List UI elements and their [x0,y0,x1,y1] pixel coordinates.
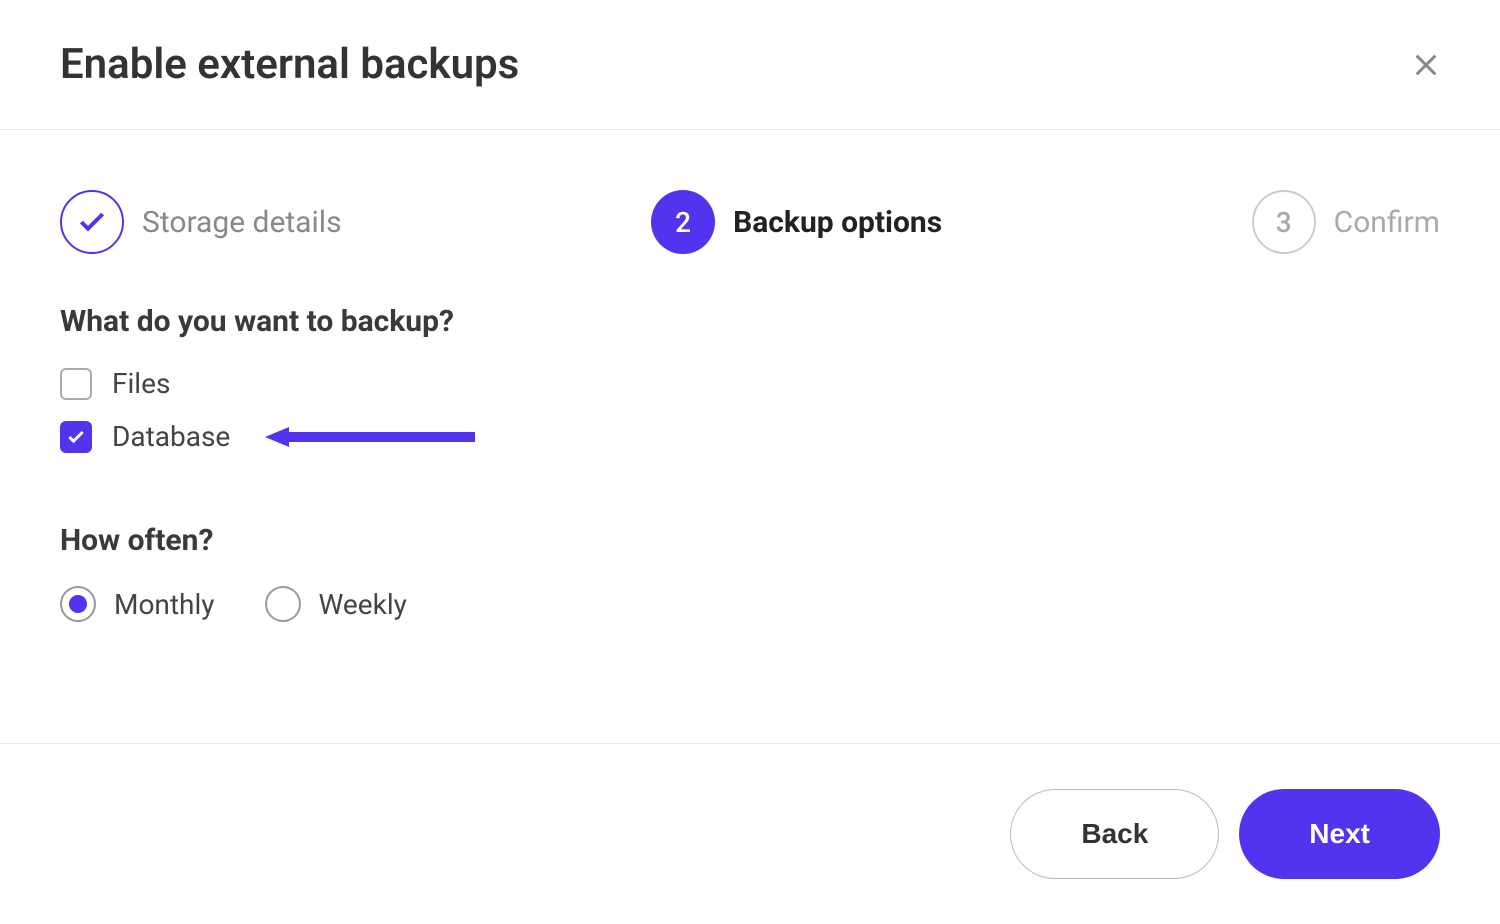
label-weekly: Weekly [319,588,407,621]
label-monthly: Monthly [114,588,215,621]
step-label-backup: Backup options [733,205,942,240]
label-files: Files [112,367,170,400]
checkbox-files[interactable] [60,368,92,400]
dialog-header: Enable external backups [0,0,1500,130]
step-circle-active: 2 [651,190,715,254]
checkbox-database[interactable] [60,421,92,453]
radio-monthly[interactable] [60,586,96,622]
dialog-title: Enable external backups [60,40,519,89]
arrow-annotation-icon [265,425,475,449]
step-circle-upcoming: 3 [1252,190,1316,254]
step-label-confirm: Confirm [1334,205,1440,240]
back-button[interactable]: Back [1010,789,1219,879]
form-content: What do you want to backup? Files Databa… [0,304,1500,622]
step-label-storage: Storage details [142,205,342,240]
step-storage-details[interactable]: Storage details [60,190,342,254]
dialog-footer: Back Next [0,743,1500,924]
option-database-row: Database [60,420,1440,453]
label-database: Database [112,420,230,453]
radio-monthly-item: Monthly [60,586,215,622]
question-what-backup: What do you want to backup? [60,304,1440,339]
step-circle-completed [60,190,124,254]
step-backup-options: 2 Backup options [651,190,942,254]
radio-weekly-item: Weekly [265,586,407,622]
frequency-radio-group: Monthly Weekly [60,586,1440,622]
stepper: Storage details 2 Backup options 3 Confi… [0,130,1500,304]
question-how-often: How often? [60,523,1440,558]
step-confirm: 3 Confirm [1252,190,1440,254]
radio-weekly[interactable] [265,586,301,622]
option-files-row: Files [60,367,1440,400]
next-button[interactable]: Next [1239,789,1440,879]
close-icon[interactable] [1412,51,1440,79]
